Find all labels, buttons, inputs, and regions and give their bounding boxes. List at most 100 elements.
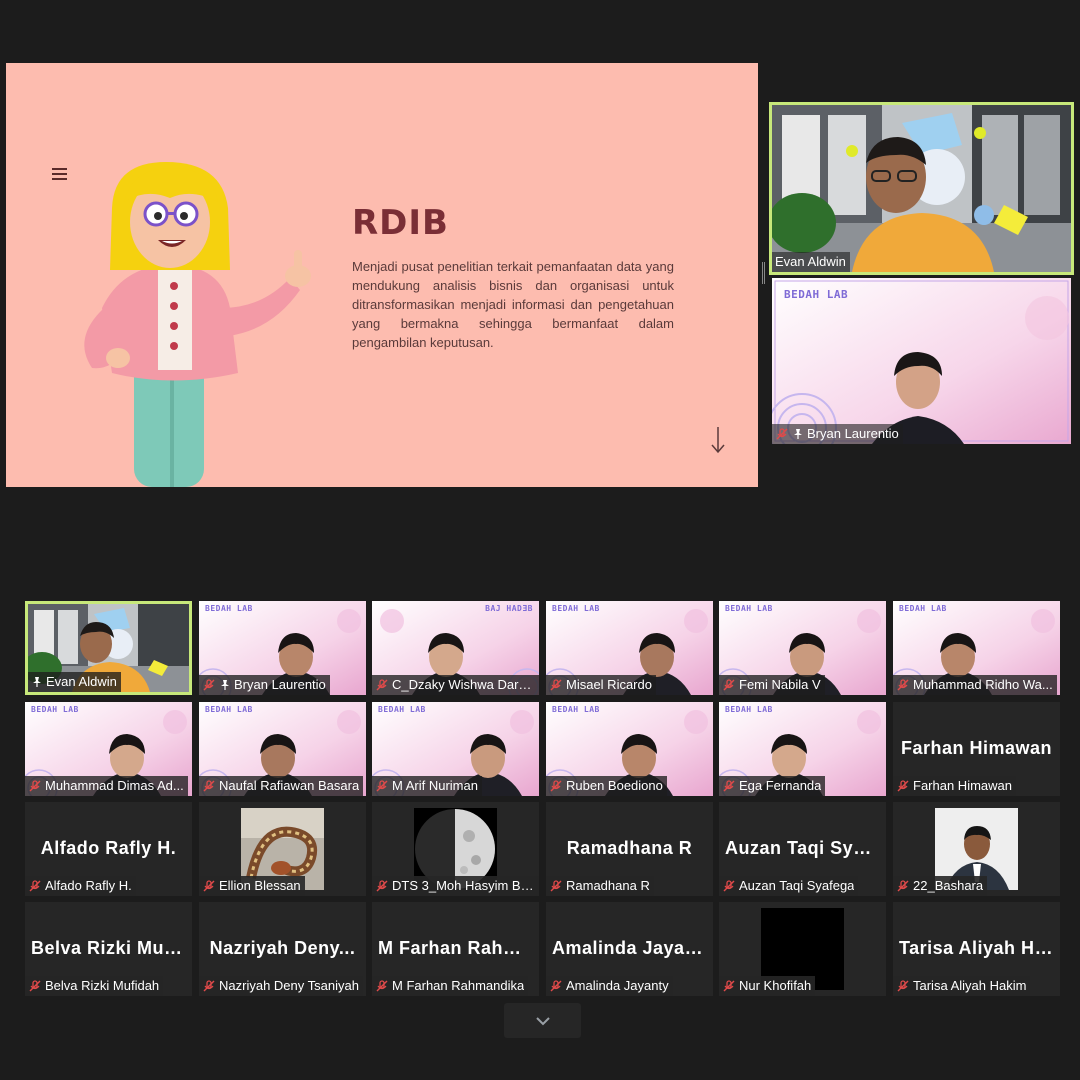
mic-muted-icon bbox=[29, 880, 41, 892]
mic-muted-icon bbox=[723, 880, 735, 892]
participant-tile[interactable]: Auzan Taqi Syaf... Auzan Taqi Syafega bbox=[719, 802, 886, 896]
participant-name: Amalinda Jayanty bbox=[566, 978, 669, 993]
participant-name: Nazriyah Deny Tsaniyah bbox=[219, 978, 359, 993]
participant-label: DTS 3_Moh Hasyim Bai... bbox=[372, 876, 539, 896]
participant-tile[interactable]: 22_Bashara bbox=[893, 802, 1060, 896]
participant-name: Naufal Rafiawan Basara bbox=[219, 778, 360, 793]
participant-name: Muhammad Ridho Wa... bbox=[913, 677, 1053, 692]
mic-muted-icon bbox=[29, 780, 41, 792]
participant-label: Muhammad Dimas Ad... bbox=[25, 776, 188, 796]
participant-tile[interactable]: Nur Khofifah bbox=[719, 902, 886, 996]
participant-label: Naufal Rafiawan Basara bbox=[199, 776, 364, 796]
participant-display-name: Ramadhana R bbox=[566, 838, 693, 858]
participant-display-name: Auzan Taqi Syaf... bbox=[725, 838, 886, 858]
participant-name: Alfado Rafly H. bbox=[45, 878, 132, 893]
participant-display-name: Farhan Himawan bbox=[900, 738, 1053, 758]
participant-tile[interactable]: Alfado Rafly H. Alfado Rafly H. bbox=[25, 802, 192, 896]
pin-icon bbox=[794, 429, 802, 439]
bedah-lab-logo: BEDAH LAB bbox=[31, 705, 79, 714]
participant-name: Bryan Laurentio bbox=[807, 426, 899, 441]
bedah-lab-logo: BEDAH LAB bbox=[378, 705, 426, 714]
pinned-video-speaker[interactable]: Evan Aldwin bbox=[769, 102, 1074, 275]
participant-tile[interactable]: BEDAH LAB Ruben Boediono bbox=[546, 702, 713, 796]
participant-tile[interactable]: Tarisa Aliyah Ha... Tarisa Aliyah Hakim bbox=[893, 902, 1060, 996]
participant-tile[interactable]: M Farhan Rahm... M Farhan Rahmandika bbox=[372, 902, 539, 996]
mic-muted-icon bbox=[897, 880, 909, 892]
participant-label: Amalinda Jayanty bbox=[546, 976, 673, 996]
participant-tile[interactable]: DTS 3_Moh Hasyim Bai... bbox=[372, 802, 539, 896]
participant-tile[interactable]: Amalinda Jayanty Amalinda Jayanty bbox=[546, 902, 713, 996]
slide-body-text: Menjadi pusat penelitian terkait pemanfa… bbox=[352, 259, 674, 350]
mic-muted-icon bbox=[203, 780, 215, 792]
participant-name: Bryan Laurentio bbox=[234, 677, 326, 692]
participant-name: Auzan Taqi Syafega bbox=[739, 878, 855, 893]
panel-resize-handle[interactable] bbox=[762, 262, 765, 284]
participant-name: Muhammad Dimas Ad... bbox=[45, 778, 184, 793]
participant-tile[interactable]: BEDAH LAB M Arif Nuriman bbox=[372, 702, 539, 796]
participant-tile[interactable]: BEDAH LAB Naufal Rafiawan Basara bbox=[199, 702, 366, 796]
pin-icon bbox=[221, 680, 229, 690]
participant-tile[interactable]: Evan Aldwin bbox=[25, 601, 192, 695]
mic-muted-icon bbox=[29, 980, 41, 992]
bedah-lab-logo: BEDAH LAB bbox=[725, 604, 773, 613]
bedah-lab-logo: BEDAH LAB bbox=[205, 604, 253, 613]
participant-tile[interactable]: BAJ HADƎB C_Dzaky Wishwa Darma bbox=[372, 601, 539, 695]
participant-tile[interactable]: Belva Rizki Muf... Belva Rizki Mufidah bbox=[25, 902, 192, 996]
participant-label: Belva Rizki Mufidah bbox=[25, 976, 164, 996]
participant-tile[interactable]: BEDAH LAB Muhammad Ridho Wa... bbox=[893, 601, 1060, 695]
participant-tile[interactable]: BEDAH LAB Muhammad Dimas Ad... bbox=[25, 702, 192, 796]
participant-tile[interactable]: Ramadhana R Ramadhana R bbox=[546, 802, 713, 896]
participant-name: C_Dzaky Wishwa Darma bbox=[392, 677, 535, 692]
participant-label: Auzan Taqi Syafega bbox=[719, 876, 859, 896]
participant-label: Alfado Rafly H. bbox=[25, 876, 136, 896]
shared-screen-slide: RDIB Menjadi pusat penelitian terkait pe… bbox=[6, 63, 758, 487]
participant-name: Ellion Blessan bbox=[219, 878, 301, 893]
participant-tile[interactable]: BEDAH LAB Femi Nabila V bbox=[719, 601, 886, 695]
participant-label: Nazriyah Deny Tsaniyah bbox=[199, 976, 363, 996]
mic-muted-icon bbox=[203, 880, 215, 892]
mic-muted-icon bbox=[376, 880, 388, 892]
participant-display-name: Nazriyah Deny... bbox=[209, 938, 356, 958]
participant-name: Femi Nabila V bbox=[739, 677, 821, 692]
gallery-expand-button[interactable] bbox=[504, 1003, 581, 1038]
participant-label: M Farhan Rahmandika bbox=[372, 976, 529, 996]
participant-tile[interactable]: BEDAH LAB Bryan Laurentio bbox=[199, 601, 366, 695]
participant-tile[interactable]: Nazriyah Deny... Nazriyah Deny Tsaniyah bbox=[199, 902, 366, 996]
mic-muted-icon bbox=[550, 679, 562, 691]
participant-name: Evan Aldwin bbox=[775, 254, 846, 269]
participant-label: 22_Bashara bbox=[893, 876, 988, 896]
participant-label: Farhan Himawan bbox=[893, 776, 1016, 796]
participant-label: Bryan Laurentio bbox=[772, 424, 903, 444]
mic-muted-icon bbox=[897, 980, 909, 992]
participant-tile[interactable]: Ellion Blessan bbox=[199, 802, 366, 896]
participant-name: M Farhan Rahmandika bbox=[392, 978, 525, 993]
participant-label: Evan Aldwin bbox=[28, 672, 121, 692]
participant-label: Muhammad Ridho Wa... bbox=[893, 675, 1057, 695]
slide-title: RDIB bbox=[352, 203, 449, 243]
participant-name: Belva Rizki Mufidah bbox=[45, 978, 160, 993]
participant-label: C_Dzaky Wishwa Darma bbox=[372, 675, 539, 695]
bedah-lab-logo: BAJ HADƎB bbox=[485, 604, 533, 613]
mic-muted-icon bbox=[376, 980, 388, 992]
participant-display-name: Amalinda Jayanty bbox=[552, 938, 713, 958]
participant-label: M Arif Nuriman bbox=[372, 776, 482, 796]
bedah-lab-logo: BEDAH LAB bbox=[205, 705, 253, 714]
participant-tile[interactable]: Farhan Himawan Farhan Himawan bbox=[893, 702, 1060, 796]
participant-label: Misael Ricardo bbox=[546, 675, 656, 695]
participant-tile[interactable]: BEDAH LAB Ega Fernanda bbox=[719, 702, 886, 796]
arrow-down-icon bbox=[711, 427, 725, 454]
mic-muted-icon bbox=[723, 780, 735, 792]
mic-muted-icon bbox=[897, 780, 909, 792]
participant-label: Ega Fernanda bbox=[719, 776, 826, 796]
chevron-down-icon bbox=[535, 1016, 550, 1025]
participant-name: M Arif Nuriman bbox=[392, 778, 478, 793]
mic-muted-icon bbox=[376, 679, 388, 691]
mic-muted-icon bbox=[723, 980, 735, 992]
participant-display-name: Tarisa Aliyah Ha... bbox=[899, 938, 1060, 958]
participant-display-name: Belva Rizki Muf... bbox=[31, 938, 188, 958]
mic-muted-icon bbox=[776, 428, 788, 440]
participant-tile[interactable]: BEDAH LAB Misael Ricardo bbox=[546, 601, 713, 695]
pinned-video-bryan[interactable]: BEDAH LAB Bryan Laurentio bbox=[772, 278, 1071, 444]
participant-label: Bryan Laurentio bbox=[199, 675, 330, 695]
participant-label: Ellion Blessan bbox=[199, 876, 305, 896]
